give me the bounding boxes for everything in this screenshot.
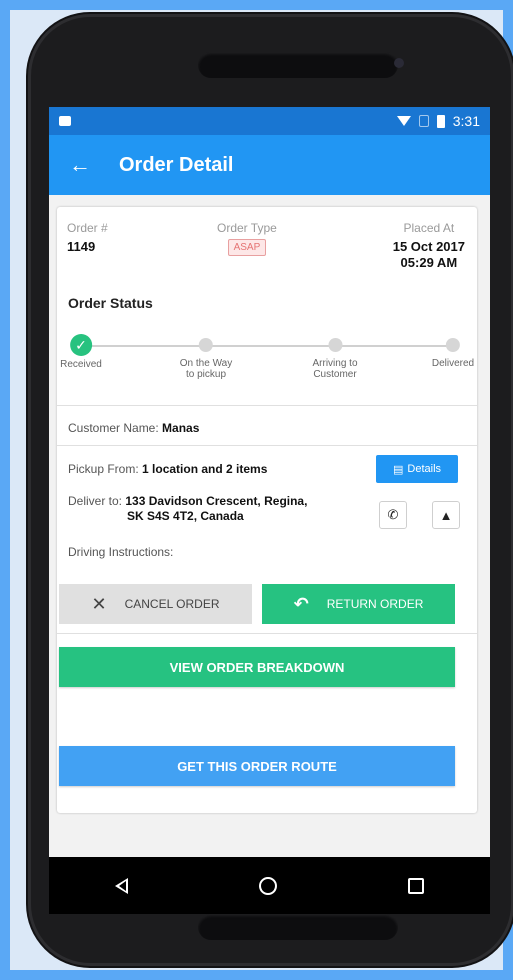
pickup-value: 1 location and 2 items [142,462,268,476]
details-button[interactable]: ▤ Details [376,455,458,483]
order-number-value: 1149 [67,239,96,254]
phone-icon: ✆ [387,507,399,522]
pending-dot [199,338,213,352]
back-arrow-icon[interactable]: ← [69,152,91,178]
step-arriving: Arriving to Customer [312,335,358,380]
order-type-badge: ASAP [227,239,267,256]
step-on-the-way: On the Way to pickup [180,335,232,380]
battery-icon [436,114,445,128]
document-icon: ▤ [392,463,404,476]
step-received: ✓ Received [60,334,102,370]
pending-dot [327,338,342,352]
driving-instructions-label: Driving Instructions: [68,545,174,559]
placed-at-date: 15 Oct 2017 [392,239,465,254]
undo-icon: ↶ [293,593,309,614]
phone-frame: 3:31 ← Order Detail Order # 1149 Order T… [28,14,513,966]
order-header: Order # 1149 Order Type ASAP Placed At 1… [67,221,467,291]
phone-screen: 3:31 ← Order Detail Order # 1149 Order T… [49,107,490,857]
order-status-stepper: ✓ Received On the Way to pickup Arriving… [60,334,474,395]
page-title: Order Detail [119,153,234,176]
pickup-label: Pickup From: [68,462,139,476]
deliver-line2: SK S4S 4T2, Canada [127,509,244,523]
nav-back-icon[interactable] [114,877,128,894]
divider [57,633,477,634]
no-sim-icon [418,115,429,127]
nav-home-icon[interactable] [258,876,277,895]
status-bar: 3:31 [49,107,490,135]
clock: 3:31 [452,113,480,129]
customer-name: Manas [162,421,200,435]
bottom-speaker [198,914,398,940]
app-bar: ← Order Detail [49,135,490,195]
placed-at-time: 05:29 AM [400,255,458,270]
close-icon: ✕ [91,593,107,614]
divider [57,405,477,406]
navigate-button[interactable]: ▲ [432,501,460,529]
notification-icon [59,116,71,126]
pickup-row: Pickup From: 1 location and 2 items [68,462,267,476]
phone-call-button[interactable]: ✆ [379,501,407,529]
return-order-button[interactable]: ↶ RETURN ORDER [262,584,455,624]
android-nav-bar [49,857,490,914]
order-number-label: Order # [67,221,108,235]
order-status-title: Order Status [68,295,153,311]
placed-at-label: Placed At [403,221,455,235]
cancel-order-button[interactable]: ✕ CANCEL ORDER [59,584,252,624]
pending-dot [446,338,460,352]
navigation-arrow-icon: ▲ [439,507,453,523]
deliver-row: Deliver to: 133 Davidson Crescent, Regin… [68,494,307,508]
nav-recents-icon[interactable] [408,877,425,894]
customer-label: Customer Name: [68,421,159,435]
divider [57,445,477,446]
order-type-label: Order Type [217,221,277,235]
earpiece-speaker [198,52,398,78]
check-icon: ✓ [69,334,92,356]
stepper-line [81,345,453,347]
view-order-breakdown-button[interactable]: VIEW ORDER BREAKDOWN [59,647,455,687]
get-order-route-button[interactable]: GET THIS ORDER ROUTE [59,746,455,786]
deliver-label: Deliver to: [68,494,123,508]
step-delivered: Delivered [432,335,474,369]
wifi-icon [396,116,411,126]
deliver-line1: 133 Davidson Crescent, Regina, [125,494,308,508]
front-camera [394,58,404,68]
customer-row: Customer Name: Manas [68,421,199,435]
order-card: Order # 1149 Order Type ASAP Placed At 1… [57,207,477,813]
